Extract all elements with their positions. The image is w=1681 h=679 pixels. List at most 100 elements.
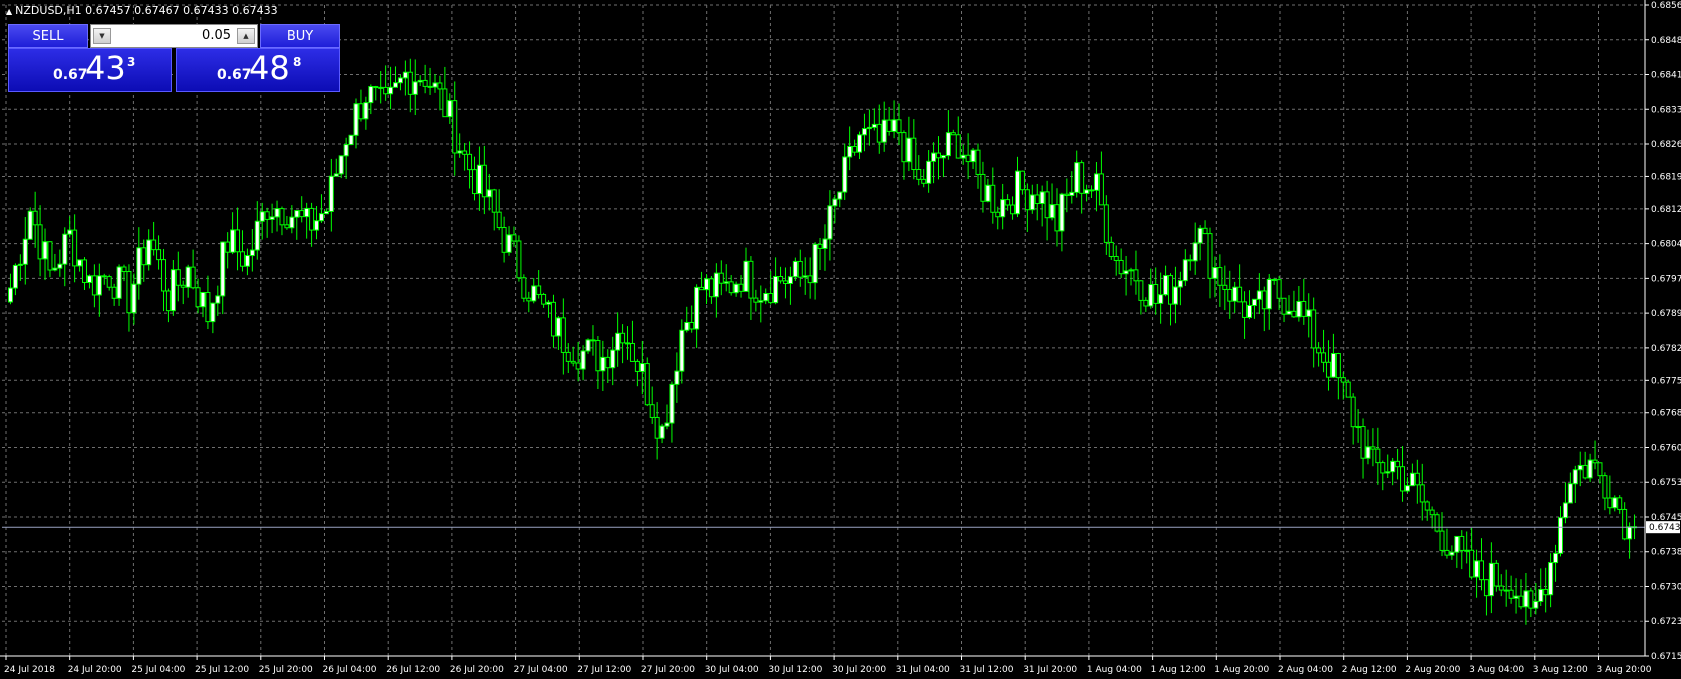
candle-up (432, 82, 438, 88)
candle-up (363, 102, 369, 120)
candle-down (496, 211, 502, 229)
candle-up (1567, 483, 1573, 504)
candle-down (536, 285, 542, 295)
candle-down (1311, 309, 1317, 349)
candle-up (773, 276, 779, 304)
candle-up (703, 278, 709, 291)
x-tick-label: 30 Jul 20:00 (832, 665, 886, 675)
candle-up (531, 285, 537, 302)
candle-down (1543, 588, 1549, 596)
candle-up (1266, 278, 1272, 310)
arrow-down-icon[interactable]: ▼ (93, 28, 111, 44)
candle-down (205, 291, 211, 323)
candle-down (1202, 227, 1208, 235)
x-tick-label: 30 Jul 04:00 (705, 665, 759, 675)
candle-down (896, 119, 902, 134)
buy-button[interactable]: BUY (260, 24, 340, 48)
candle-up (457, 150, 463, 154)
sell-price-box[interactable]: 0.67 43 3 (8, 48, 172, 92)
candle-up (842, 156, 848, 193)
candle-down (37, 224, 43, 260)
arrow-up-icon[interactable]: ▲ (237, 28, 255, 44)
candle-down (437, 82, 443, 90)
sell-button[interactable]: SELL (8, 24, 88, 48)
candle-down (911, 137, 917, 171)
candle-down (1582, 464, 1588, 479)
y-tick-label: 0.67970 (1651, 274, 1681, 284)
candle-up (713, 272, 719, 298)
x-tick-label: 3 Aug 20:00 (1597, 665, 1652, 675)
chart-window[interactable]: 0.68560 0.68485 0.68410 0.68335 0.68260 0.681… (0, 0, 1681, 679)
candle-down (1044, 191, 1050, 219)
candle-up (1553, 552, 1559, 564)
candle-down (1459, 535, 1465, 551)
candle-down (151, 239, 157, 251)
axes: 0.68560 0.68485 0.68410 0.68335 0.68260 0.681… (0, 0, 1681, 675)
candle-up (86, 275, 92, 283)
candle-down (1217, 267, 1223, 286)
candle-down (195, 287, 201, 308)
x-tick-label: 25 Jul 12:00 (195, 665, 249, 675)
lot-size-spinner[interactable]: ▼ 0.05 ▲ (90, 24, 258, 48)
candle-up (639, 363, 645, 372)
candle-down (778, 276, 784, 282)
candle-down (541, 293, 547, 305)
candle-down (590, 339, 596, 342)
candle-down (565, 351, 571, 362)
y-tick-label: 0.67750 (1651, 376, 1681, 386)
candle-up (1246, 304, 1252, 318)
candle-down (625, 342, 631, 345)
candle-down (1010, 204, 1016, 215)
candle-down (1207, 233, 1213, 279)
candle-down (141, 247, 147, 266)
candle-down (160, 259, 166, 292)
candle-up (210, 302, 216, 323)
candle-up (1390, 460, 1396, 473)
candle-up (832, 198, 838, 207)
y-tick-label: 0.68045 (1651, 240, 1681, 250)
candle-up (486, 189, 492, 198)
candle-up (837, 191, 843, 200)
candle-down (748, 260, 754, 299)
candle-down (1138, 280, 1144, 301)
candle-up (615, 332, 621, 351)
x-tick-label: 24 Jul 20:00 (68, 665, 122, 675)
candle-down (180, 284, 186, 288)
y-tick-label: 0.68260 (1651, 140, 1681, 150)
candle-up (244, 255, 250, 267)
candle-down (575, 362, 581, 370)
candle-down (511, 234, 517, 242)
candle-up (230, 229, 236, 253)
x-tick-label: 2 Aug 12:00 (1342, 665, 1397, 675)
candle-up (328, 175, 334, 212)
buy-price-fraction: 8 (293, 55, 302, 69)
candle-down (521, 277, 527, 299)
candle-down (491, 189, 497, 213)
buy-price-box[interactable]: 0.67 48 8 (176, 48, 340, 92)
candle-down (1434, 514, 1440, 532)
candle-up (1069, 191, 1075, 196)
triangle-up-icon[interactable]: ▲ (6, 7, 12, 16)
candle-down (1395, 460, 1401, 468)
candle-up (1163, 275, 1169, 296)
candle-up (580, 350, 586, 370)
candle-up (318, 213, 324, 222)
candle-down (649, 404, 655, 418)
candle-up (52, 267, 58, 271)
x-tick-label: 26 Jul 04:00 (323, 665, 377, 675)
candle-up (294, 210, 300, 218)
candle-down (1168, 275, 1174, 305)
candle-up (1232, 286, 1238, 302)
lot-size-input[interactable]: 0.05 (202, 25, 231, 47)
candle-up (871, 123, 877, 128)
candle-up (1014, 170, 1020, 215)
price-chart[interactable]: 0.68560 0.68485 0.68410 0.68335 0.68260 0.681… (0, 0, 1681, 679)
candle-down (239, 251, 245, 267)
candle-up (506, 234, 512, 253)
candle-down (1271, 278, 1277, 281)
candle-down (1153, 284, 1159, 304)
candle-down (1281, 297, 1287, 315)
candle-up (970, 149, 976, 163)
candle-down (570, 360, 576, 364)
candle-up (259, 211, 265, 222)
